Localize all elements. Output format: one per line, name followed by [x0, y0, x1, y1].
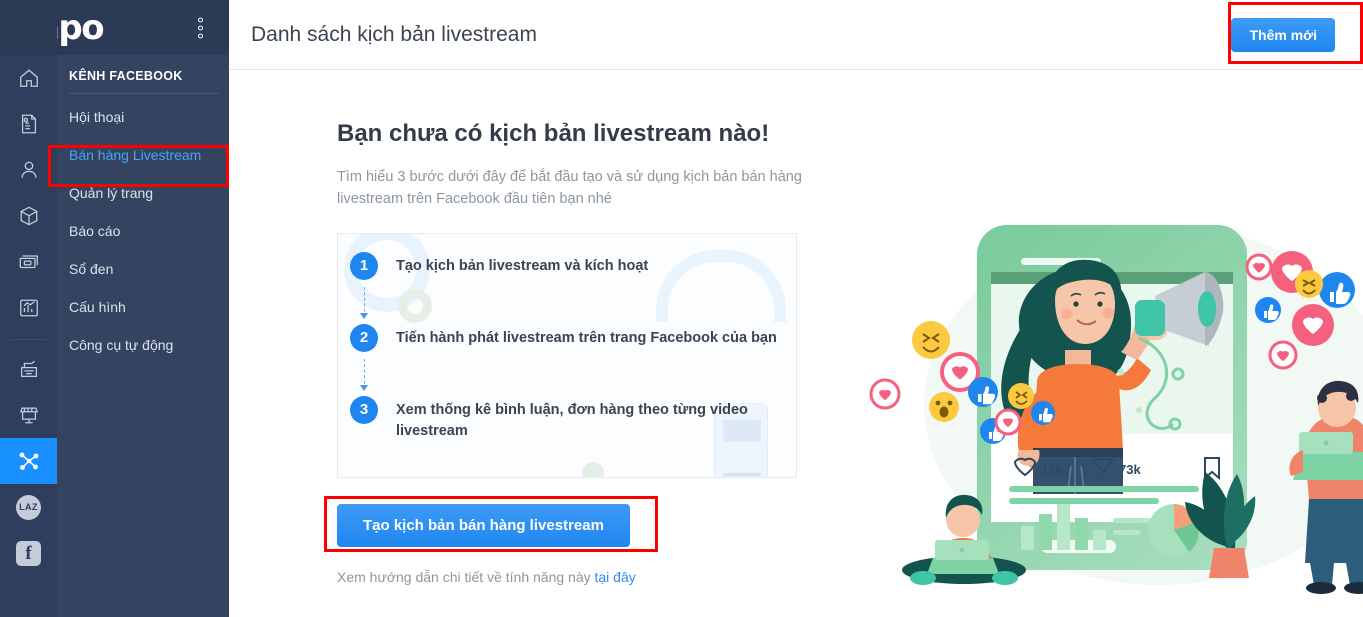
sidebar-item-cau-hinh[interactable]: Cấu hình: [57, 288, 229, 326]
step-connector-arrow-1: [350, 280, 378, 324]
step-number: 3: [350, 395, 378, 424]
kebab-menu-icon[interactable]: [198, 17, 203, 38]
icon-rail: LAZ f: [0, 0, 57, 617]
empty-state-panel: Bạn chưa có kịch bản livestream nào! Tìm…: [229, 70, 802, 616]
step-item-1: 1 Tạo kịch bản livestream và kích hoạt: [350, 251, 796, 280]
storefront-icon[interactable]: [0, 392, 57, 438]
steps-list: 1 Tạo kịch bản livestream và kích hoạt 2…: [338, 251, 796, 442]
step-connector-arrow-2: [350, 352, 378, 396]
lazada-icon[interactable]: LAZ: [0, 484, 57, 530]
step-text: Xem thống kê bình luận, đơn hàng theo từ…: [396, 401, 748, 439]
empty-state-subtitle: Tìm hiểu 3 bước dưới đây để bắt đầu tạo …: [337, 169, 802, 208]
cta-wrapper: Tạo kịch bản bán hàng livestream: [337, 503, 799, 547]
sidebar-item-bao-cao[interactable]: Báo cáo: [57, 212, 229, 250]
livestream-selling-illustration: 13k 73k: [869, 200, 1363, 600]
facebook-badge-label: f: [16, 540, 41, 566]
step-text: Tiến hành phát livestream trên trang Fac…: [396, 329, 777, 346]
likes-count: 13k: [1041, 462, 1063, 477]
sidebar: Sapo KÊNH FACEBOOK Hội thoại Bán hàng Li…: [0, 0, 229, 617]
top-bar: Danh sách kịch bản livestream Thêm mới: [229, 0, 1363, 70]
sidebar-item-quan-ly-trang[interactable]: Quản lý trang: [57, 174, 229, 212]
customer-icon[interactable]: [0, 147, 57, 193]
decorative-dot-green: [582, 461, 604, 477]
application-root: LAZ f Sapo KÊNH FACEBOOK Hội thoại Bán h…: [0, 0, 1363, 617]
sidebar-item-so-den[interactable]: Sổ đen: [57, 250, 229, 288]
step-number: 1: [350, 251, 378, 280]
create-livestream-script-button[interactable]: Tạo kịch bản bán hàng livestream: [337, 503, 630, 547]
help-note: Xem hướng dẫn chi tiết về tính năng này …: [337, 569, 799, 585]
report-chart-icon[interactable]: [0, 285, 57, 331]
home-icon[interactable]: [0, 55, 57, 101]
sidebar-divider: [69, 93, 219, 94]
step-text: Tạo kịch bản livestream và kích hoạt: [396, 257, 649, 274]
pos-register-icon[interactable]: [0, 346, 57, 392]
steps-box: 1 Tạo kịch bản livestream và kích hoạt 2…: [337, 232, 797, 478]
sidebar-section-title: KÊNH FACEBOOK: [69, 69, 183, 83]
step-number: 2: [350, 323, 378, 352]
step-item-3: 3 Xem thống kê bình luận, đơn hàng theo …: [350, 395, 796, 442]
facebook-icon[interactable]: f: [0, 530, 57, 576]
help-note-text: Xem hướng dẫn chi tiết về tính năng này: [337, 568, 595, 585]
product-box-icon[interactable]: [0, 193, 57, 239]
sidebar-item-hoi-thoai[interactable]: Hội thoại: [57, 98, 229, 136]
empty-state-heading: Bạn chưa có kịch bản livestream nào!: [337, 120, 770, 147]
sidebar-item-cong-cu-tu-dong[interactable]: Công cụ tự động: [57, 326, 229, 364]
shares-count: 73k: [1119, 462, 1141, 477]
rail-logo-spacer: [0, 0, 57, 55]
sidebar-item-ban-hang-livestream[interactable]: Bán hàng Livestream: [57, 136, 229, 174]
page-title: Danh sách kịch bản livestream: [251, 22, 537, 46]
invoice-icon[interactable]: [0, 101, 57, 147]
main-content: Danh sách kịch bản livestream Thêm mới B…: [229, 0, 1363, 617]
rail-divider: [10, 339, 47, 340]
add-new-button[interactable]: Thêm mới: [1231, 17, 1335, 52]
omnichannel-icon[interactable]: [0, 438, 57, 484]
lazada-badge-label: LAZ: [16, 494, 41, 520]
help-link[interactable]: tại đây: [595, 569, 636, 585]
cash-icon[interactable]: [0, 239, 57, 285]
content-area: Bạn chưa có kịch bản livestream nào! Tìm…: [229, 70, 1363, 616]
step-item-2: 2 Tiến hành phát livestream trên trang F…: [350, 323, 796, 352]
